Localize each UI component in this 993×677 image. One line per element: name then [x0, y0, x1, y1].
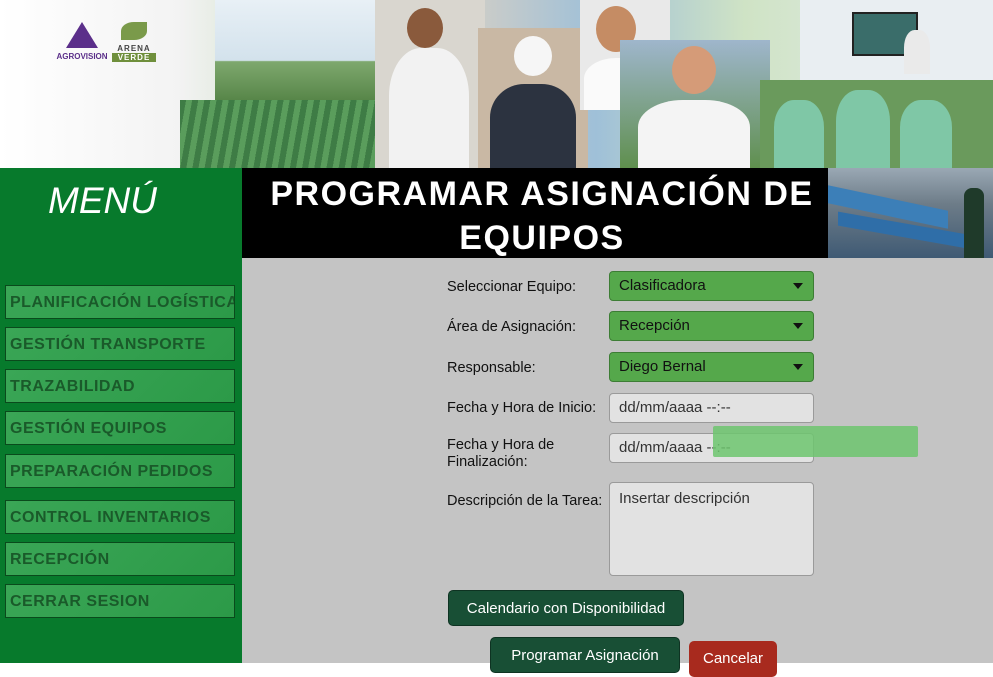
responsable-select[interactable]: Diego Bernal — [609, 352, 814, 382]
banner-photo-man-glasses — [620, 40, 770, 168]
arena-verde-logo: ARENA VERDE — [112, 22, 156, 62]
fecha-fin-label: Fecha y Hora de Finalización: — [447, 437, 554, 471]
green-overlay-highlight — [713, 426, 918, 457]
descripcion-textarea[interactable]: Insertar descripción — [609, 482, 814, 576]
agrovision-logo-mark — [66, 22, 98, 48]
caret-down-icon — [793, 283, 803, 289]
caret-down-icon — [793, 364, 803, 370]
fecha-inicio-input[interactable]: dd/mm/aaaa --:-- — [609, 393, 814, 423]
fecha-inicio-label: Fecha y Hora de Inicio: — [447, 400, 597, 416]
sidebar-item-cerrar-sesion[interactable]: CERRAR SESION — [5, 584, 235, 618]
area-select-value: Recepción — [619, 317, 690, 334]
banner-photo-worker-helmet — [478, 28, 588, 168]
agrovision-logo: AGROVISION — [56, 22, 108, 61]
descripcion-label: Descripción de la Tarea: — [447, 493, 603, 509]
equipo-select-value: Clasificadora — [619, 277, 706, 294]
area-label: Área de Asignación: — [447, 319, 576, 335]
responsable-label: Responsable: — [447, 360, 536, 376]
assignment-form: Seleccionar Equipo: Clasificadora Área d… — [242, 258, 993, 677]
sidebar-item-planificacion-logistica[interactable]: PLANIFICACIÓN LOGÍSTICA — [5, 285, 235, 319]
sidebar-item-trazabilidad[interactable]: TRAZABILIDAD — [5, 369, 235, 403]
banner-photo-field — [215, 0, 375, 110]
header-banner: AGROVISION ARENA VERDE — [0, 0, 993, 168]
equipo-label: Seleccionar Equipo: — [447, 279, 576, 295]
arena-verde-logo-mark — [121, 22, 147, 40]
agrovision-logo-text: AGROVISION — [56, 52, 108, 61]
arena-verde-logo-text-bottom: VERDE — [112, 53, 156, 62]
area-select[interactable]: Recepción — [609, 311, 814, 341]
sidebar-item-gestion-transporte[interactable]: GESTIÓN TRANSPORTE — [5, 327, 235, 361]
page-title: PROGRAMAR ASIGNACIÓN DE EQUIPOS — [242, 172, 842, 260]
cancel-button[interactable]: Cancelar — [689, 641, 777, 677]
page-title-line2: EQUIPOS — [459, 219, 625, 257]
arena-verde-logo-text-top: ARENA — [117, 44, 151, 53]
program-assignment-button[interactable]: Programar Asignación — [490, 637, 680, 673]
sidebar-item-recepcion[interactable]: RECEPCIÓN — [5, 542, 235, 576]
sidebar-item-control-inventarios[interactable]: CONTROL INVENTARIOS — [5, 500, 235, 534]
banner-photo-worker — [375, 0, 485, 168]
fecha-fin-label-line1: Fecha y Hora de — [447, 437, 555, 453]
fecha-fin-label-line2: Finalización: — [447, 454, 528, 470]
calendar-availability-button[interactable]: Calendario con Disponibilidad — [448, 590, 684, 626]
caret-down-icon — [793, 323, 803, 329]
page-title-line1: PROGRAMAR ASIGNACIÓN DE — [270, 175, 814, 213]
sidebar-item-preparacion-pedidos[interactable]: PREPARACIÓN PEDIDOS — [5, 454, 235, 488]
page-title-bar: PROGRAMAR ASIGNACIÓN DE EQUIPOS — [242, 168, 828, 258]
equipo-select[interactable]: Clasificadora — [609, 271, 814, 301]
menu-title: MENÚ — [48, 180, 157, 221]
sidebar-menu: MENÚ PLANIFICACIÓN LOGÍSTICA GESTIÓN TRA… — [0, 168, 242, 663]
sidebar-item-gestion-equipos[interactable]: GESTIÓN EQUIPOS — [5, 411, 235, 445]
responsable-select-value: Diego Bernal — [619, 358, 706, 375]
banner-photo-office — [800, 0, 993, 80]
banner-photo-harvest-workers — [760, 80, 993, 168]
factory-photo — [828, 168, 993, 258]
